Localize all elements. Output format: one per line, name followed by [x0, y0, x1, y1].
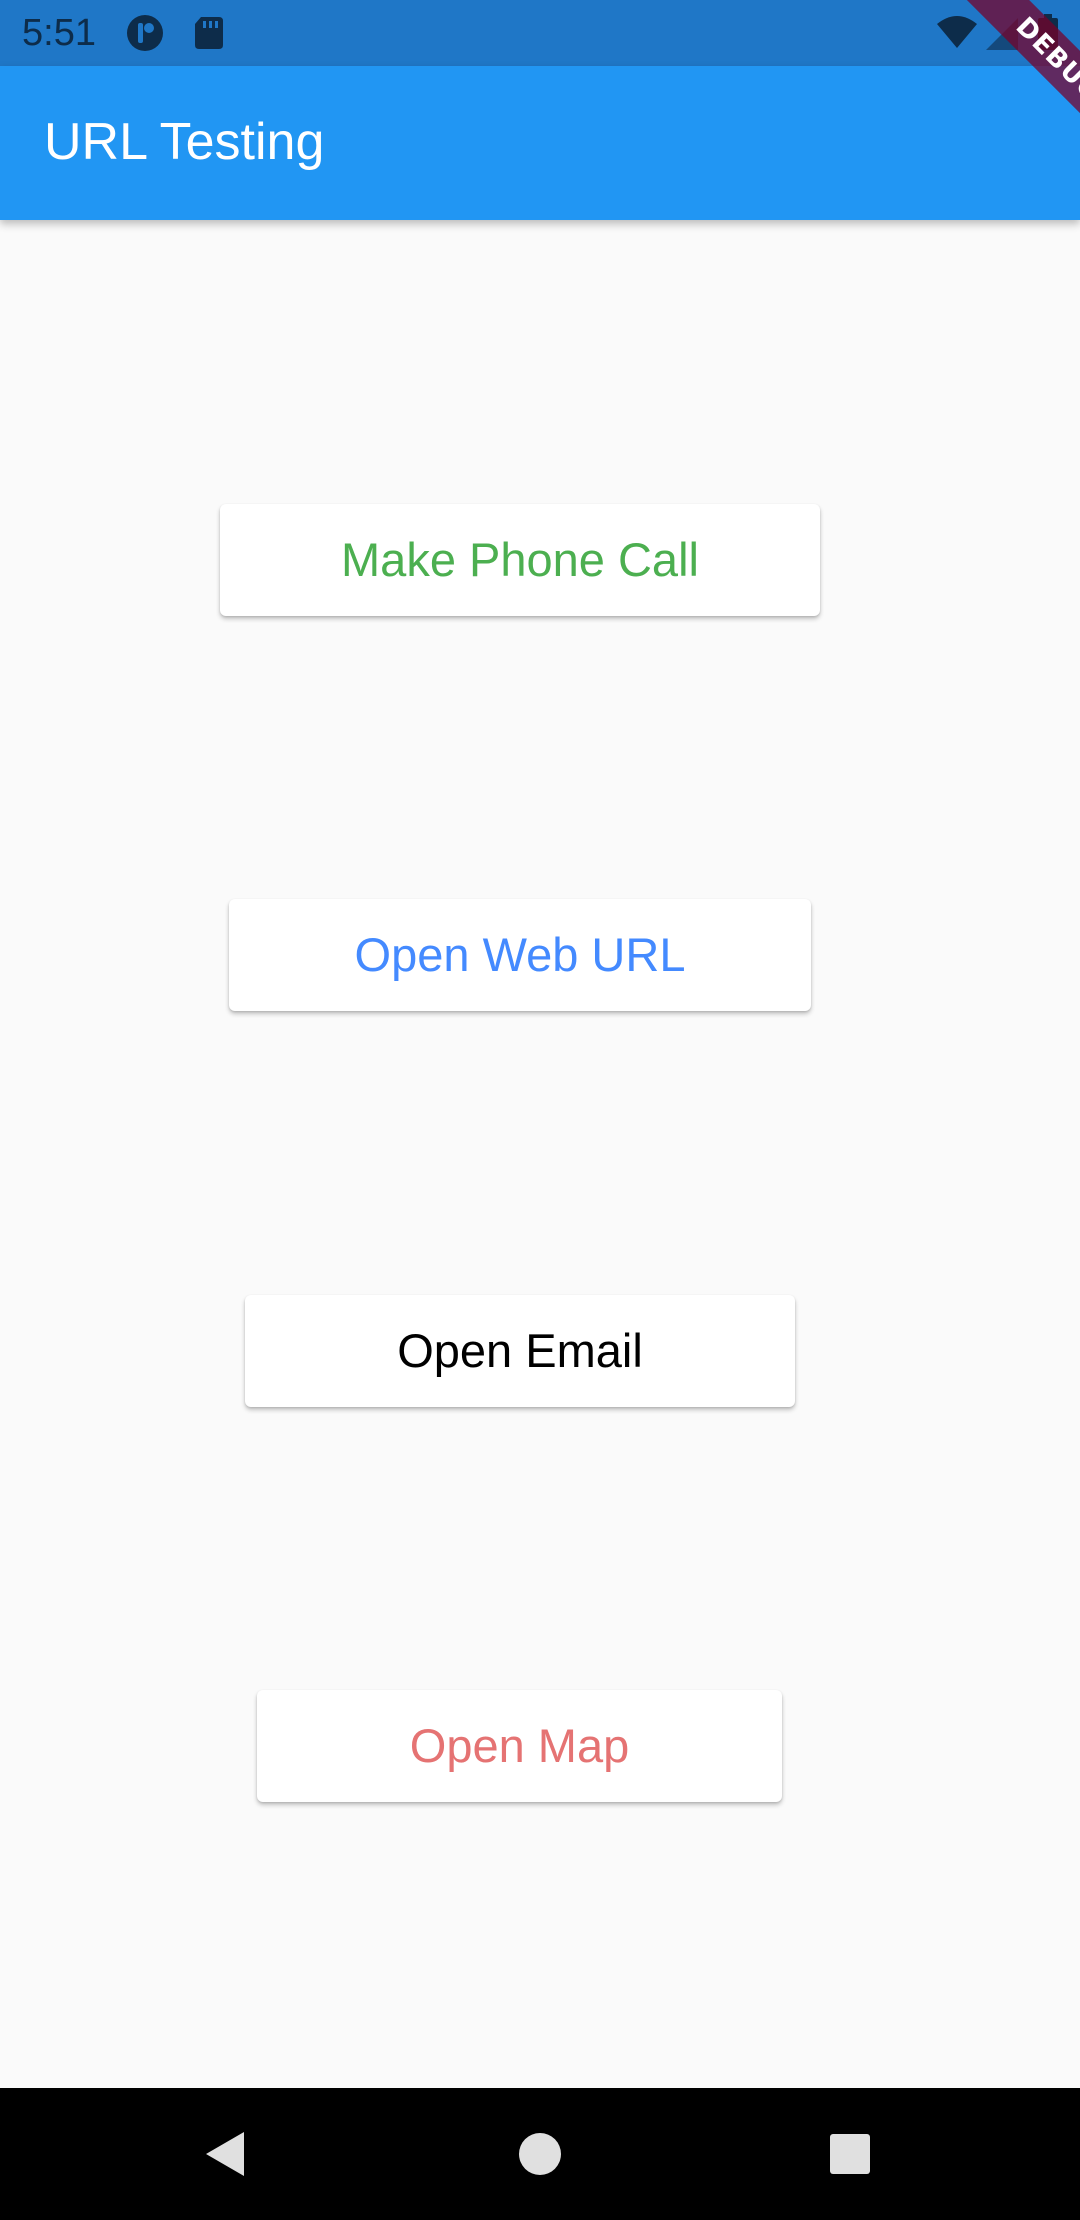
signal-icon: [984, 14, 1022, 52]
status-time: 5:51: [22, 12, 96, 54]
navigation-bar: [0, 2088, 1080, 2220]
sd-card-icon: [190, 14, 228, 52]
page-title: URL Testing: [44, 113, 325, 171]
recents-icon[interactable]: [820, 2124, 880, 2184]
wifi-icon: [936, 14, 977, 52]
battery-icon: [1036, 14, 1060, 52]
open-map-button[interactable]: Open Map: [257, 1690, 782, 1802]
make-phone-call-button[interactable]: Make Phone Call: [220, 504, 820, 616]
open-email-button[interactable]: Open Email: [245, 1295, 795, 1407]
home-icon[interactable]: [510, 2124, 570, 2184]
app-notification-icon: [126, 14, 164, 52]
app-bar: URL Testing: [0, 66, 1080, 220]
open-web-url-button[interactable]: Open Web URL: [229, 899, 811, 1011]
phone-screen: 5:51 URL Testing DEBUG Make Phone Call O…: [0, 0, 1080, 2220]
status-bar: 5:51: [0, 0, 1080, 66]
back-icon[interactable]: [196, 2124, 256, 2184]
